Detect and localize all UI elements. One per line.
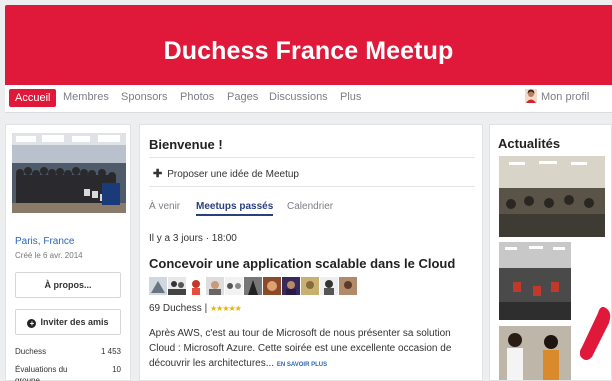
user-avatar-icon — [525, 89, 537, 103]
stat-label-continued: groupe — [15, 376, 40, 381]
group-created-date: Créé le 6 avr. 2014 — [15, 251, 83, 260]
nav-item-sponsors[interactable]: Sponsors — [121, 91, 167, 103]
attendee-avatar[interactable] — [206, 277, 224, 295]
attendee-avatar[interactable] — [187, 277, 205, 295]
group-location[interactable]: Paris, France — [15, 236, 74, 247]
propose-meetup-label: Proposer une idée de Meetup — [167, 169, 299, 180]
attendee-avatar[interactable] — [244, 277, 262, 295]
news-panel: Actualités — [489, 124, 612, 381]
nav-item-photos[interactable]: Photos — [180, 91, 214, 103]
stat-value: 10 — [112, 365, 121, 374]
group-nav-bar: Accueil Membres Sponsors Photos Pages Di… — [5, 85, 612, 113]
nav-item-plus[interactable]: Plus — [340, 91, 361, 103]
attendee-count-line: 69 Duchess | ★★★★★ — [149, 303, 242, 314]
meetup-logo-icon — [580, 306, 611, 360]
tab-past-meetups[interactable]: Meetups passés — [196, 201, 274, 216]
attendee-avatar[interactable] — [339, 277, 357, 295]
stat-label: Évaluations du — [15, 365, 68, 374]
stat-label: Duchess — [15, 347, 47, 356]
nav-item-accueil[interactable]: Accueil — [9, 89, 57, 107]
attendee-avatar[interactable] — [320, 277, 338, 295]
attendee-avatar[interactable] — [263, 277, 281, 295]
nav-profile-link[interactable]: Mon profil — [525, 89, 590, 103]
nav-item-membres[interactable]: Membres — [63, 91, 109, 103]
stat-value: 1 453 — [100, 347, 121, 356]
rating-stars-icon: ★★★★★ — [209, 304, 242, 313]
group-header-banner: Duchess France Meetup — [5, 5, 612, 85]
nav-profile-label: Mon profil — [541, 91, 590, 103]
invite-friends-button[interactable]: + Inviter des amis — [15, 309, 121, 335]
tab-calendar[interactable]: Calendrier — [287, 201, 333, 212]
propose-meetup-link[interactable]: ✚ Proposer une idée de Meetup — [153, 167, 299, 180]
nav-item-pages[interactable]: Pages — [227, 91, 258, 103]
nav-item-discussions[interactable]: Discussions — [269, 91, 328, 103]
news-heading: Actualités — [498, 136, 561, 151]
welcome-heading: Bienvenue ! — [149, 137, 223, 152]
group-sidebar: Paris, France Créé le 6 avr. 2014 À prop… — [5, 124, 131, 381]
divider — [149, 186, 475, 187]
main-content: Bienvenue ! ✚ Proposer une idée de Meetup… — [139, 124, 483, 381]
event-description: Après AWS, c'est au tour de Microsoft de… — [149, 326, 475, 373]
stat-ratings[interactable]: Évaluations du 10 — [15, 365, 121, 374]
tab-upcoming[interactable]: À venir — [149, 201, 180, 212]
about-button[interactable]: À propos... — [15, 272, 121, 298]
group-photo — [12, 133, 126, 213]
news-photo[interactable] — [499, 242, 571, 320]
event-time: Il y a 3 jours · 18:00 — [149, 233, 237, 244]
attendee-count[interactable]: 69 Duchess | — [149, 303, 207, 314]
group-title: Duchess France Meetup — [163, 37, 454, 65]
attendee-avatar[interactable] — [168, 277, 186, 295]
event-title[interactable]: Concevoir une application scalable dans … — [149, 256, 455, 271]
stat-members[interactable]: Duchess 1 453 — [15, 347, 121, 356]
divider — [149, 157, 475, 158]
attendee-avatar[interactable] — [225, 277, 243, 295]
read-more-link[interactable]: EN SAVOIR PLUS — [277, 362, 327, 368]
news-photo[interactable] — [499, 156, 605, 237]
attendee-avatar[interactable] — [282, 277, 300, 295]
attendee-avatar[interactable] — [149, 277, 167, 295]
invite-friends-label: Inviter des amis — [40, 317, 109, 327]
news-photo[interactable] — [499, 326, 571, 381]
plus-circle-icon: + — [27, 319, 37, 328]
plus-icon: ✚ — [153, 168, 163, 180]
attendee-avatar[interactable] — [301, 277, 319, 295]
